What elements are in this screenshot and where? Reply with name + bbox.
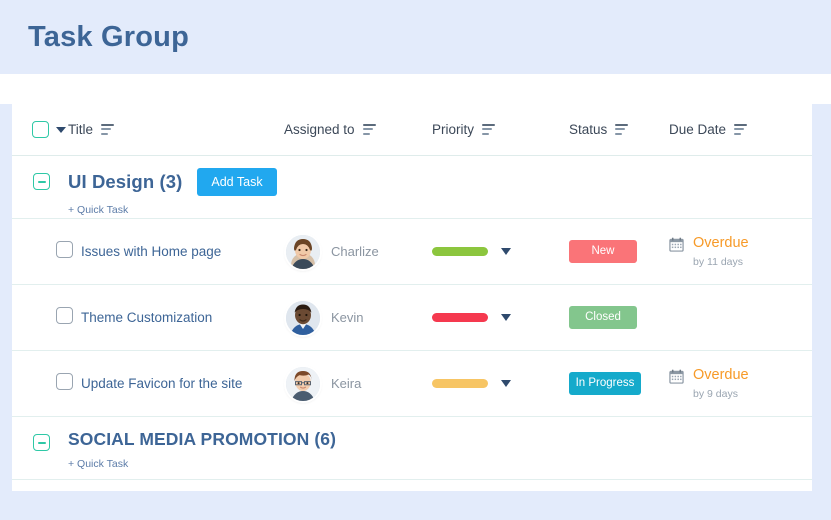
avatar — [286, 301, 320, 335]
card-container: Title Assigned to Priority Status — [0, 104, 831, 520]
task-title-link[interactable]: Theme Customization — [68, 310, 284, 325]
select-all-checkbox[interactable] — [32, 121, 49, 138]
chevron-down-icon[interactable] — [501, 380, 511, 387]
due-date-detail: by 9 days — [693, 388, 749, 400]
sort-icon[interactable] — [101, 124, 114, 135]
chevron-down-icon[interactable] — [501, 248, 511, 255]
group-header-row: SOCIAL MEDIA PROMOTION (6) + Quick Task — [12, 417, 812, 480]
due-date-detail: by 11 days — [693, 256, 749, 268]
due-date-cell: Overdue by 9 days — [669, 367, 791, 400]
column-header-priority[interactable]: Priority — [432, 121, 569, 139]
task-table-card: Title Assigned to Priority Status — [12, 104, 812, 491]
calendar-icon — [669, 369, 684, 389]
group-header-row: UI Design (3) Add Task + Quick Task — [12, 156, 812, 219]
status-badge[interactable]: New — [569, 240, 637, 263]
column-header-title[interactable]: Title — [68, 121, 284, 139]
assignee-cell: Kevin — [284, 301, 432, 335]
due-date-status: Overdue — [693, 235, 749, 252]
column-header-assigned-to[interactable]: Assigned to — [284, 121, 432, 139]
group-header-content: SOCIAL MEDIA PROMOTION (6) + Quick Task — [68, 429, 336, 470]
group-title: UI Design (3) — [68, 171, 182, 193]
priority-bar — [432, 247, 488, 256]
assignee-name: Kevin — [331, 310, 364, 325]
status-cell[interactable]: New — [569, 240, 669, 263]
avatar — [286, 235, 320, 269]
page-title: Task Group — [28, 21, 189, 54]
group-title: SOCIAL MEDIA PROMOTION (6) — [68, 429, 336, 450]
chevron-down-icon[interactable] — [501, 314, 511, 321]
calendar-icon — [669, 237, 684, 257]
column-assigned-label: Assigned to — [284, 122, 355, 137]
priority-cell[interactable] — [432, 379, 569, 388]
sort-icon[interactable] — [734, 124, 747, 135]
collapse-minus-icon[interactable] — [33, 434, 50, 451]
table-row[interactable]: Theme Customization Kevin — [12, 285, 812, 351]
column-status-label: Status — [569, 122, 607, 137]
priority-cell[interactable] — [432, 247, 569, 256]
table-row[interactable]: Update Favicon for the site — [12, 351, 812, 417]
due-date-cell: Overdue by 11 days — [669, 235, 791, 268]
column-header-due-date[interactable]: Due Date — [669, 121, 791, 139]
column-header-status[interactable]: Status — [569, 121, 669, 139]
column-title-label: Title — [68, 122, 93, 137]
page-header: Task Group — [0, 0, 831, 74]
sort-icon[interactable] — [482, 124, 495, 135]
table-header-row: Title Assigned to Priority Status — [12, 104, 812, 156]
due-date-status: Overdue — [693, 367, 749, 384]
quick-task-link[interactable]: + Quick Task — [68, 204, 277, 216]
sort-icon[interactable] — [363, 124, 376, 135]
group-header-content: UI Design (3) Add Task + Quick Task — [68, 168, 277, 216]
group-toggle-cell[interactable] — [12, 168, 68, 190]
collapse-minus-icon[interactable] — [33, 173, 50, 190]
status-cell[interactable]: Closed — [569, 306, 669, 329]
priority-bar — [432, 313, 488, 322]
header-divider-band — [0, 74, 831, 104]
assignee-name: Keira — [331, 376, 361, 391]
quick-task-link[interactable]: + Quick Task — [68, 458, 336, 470]
task-title-link[interactable]: Update Favicon for the site — [68, 376, 284, 391]
row-checkbox-cell[interactable] — [12, 373, 68, 395]
status-badge[interactable]: Closed — [569, 306, 637, 329]
column-priority-label: Priority — [432, 122, 474, 137]
assignee-cell: Keira — [284, 367, 432, 401]
add-task-button[interactable]: Add Task — [197, 168, 276, 196]
avatar — [286, 367, 320, 401]
row-checkbox-cell[interactable] — [12, 307, 68, 329]
table-row[interactable]: Issues with Home page Charlize — [12, 219, 812, 285]
group-toggle-cell[interactable] — [12, 429, 68, 451]
assignee-name: Charlize — [331, 244, 379, 259]
column-due-date-label: Due Date — [669, 122, 726, 137]
status-cell[interactable]: In Progress — [569, 372, 669, 395]
row-checkbox-cell[interactable] — [12, 241, 68, 263]
status-badge[interactable]: In Progress — [569, 372, 641, 395]
select-all-cell[interactable] — [12, 121, 68, 138]
sort-icon[interactable] — [615, 124, 628, 135]
assignee-cell: Charlize — [284, 235, 432, 269]
priority-bar — [432, 379, 488, 388]
priority-cell[interactable] — [432, 313, 569, 322]
task-title-link[interactable]: Issues with Home page — [68, 244, 284, 259]
chevron-down-icon[interactable] — [56, 127, 66, 133]
